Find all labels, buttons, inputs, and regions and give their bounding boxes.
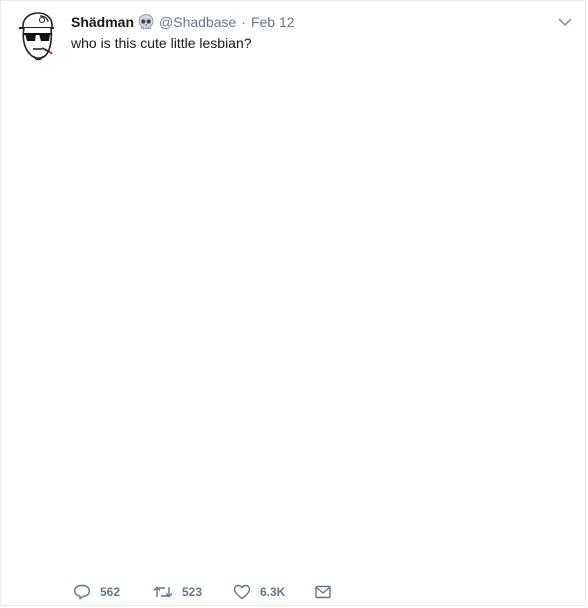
- tweet-actions: 562 523 6.3K: [73, 581, 331, 603]
- display-name[interactable]: Shädman: [71, 14, 134, 30]
- like-button[interactable]: 6.3K: [233, 584, 315, 600]
- direct-message-button[interactable]: [315, 585, 331, 599]
- separator-dot: ·: [241, 14, 246, 30]
- reply-button[interactable]: 562: [73, 584, 153, 600]
- avatar[interactable]: [16, 10, 58, 62]
- retweet-icon: [153, 586, 173, 598]
- reply-count: 562: [100, 585, 121, 599]
- tweet-text: who is this cute little lesbian?: [71, 35, 252, 51]
- like-count: 6.3K: [260, 585, 286, 599]
- tweet-date[interactable]: Feb 12: [251, 14, 295, 30]
- tweet-header: Shädman @Shadbase · Feb 12: [71, 12, 555, 32]
- heart-icon: [233, 584, 251, 600]
- retweet-count: 523: [182, 585, 203, 599]
- reply-icon: [74, 584, 90, 600]
- retweet-button[interactable]: 523: [153, 584, 233, 600]
- chevron-down-icon: [558, 18, 572, 27]
- skull-icon: [137, 13, 155, 31]
- envelope-icon: [315, 585, 331, 599]
- cartoon-face-avatar-icon: [19, 12, 54, 61]
- user-handle[interactable]: @Shadbase: [159, 14, 236, 30]
- tweet-menu-button[interactable]: [557, 15, 573, 27]
- tweet-card[interactable]: Shädman @Shadbase · Feb 12 who is this c…: [0, 0, 586, 606]
